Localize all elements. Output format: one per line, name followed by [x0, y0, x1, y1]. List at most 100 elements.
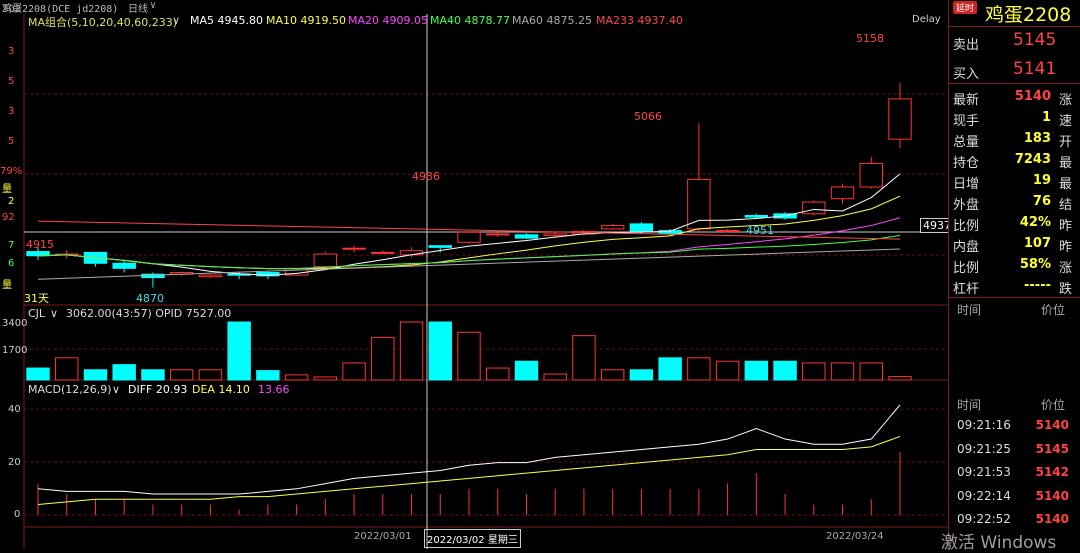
- axis-label: 6: [8, 258, 15, 269]
- delay-label: Delay: [912, 14, 941, 25]
- volume-bar: [399, 321, 424, 381]
- stat-row: 杠杆 ----- 跌: [949, 275, 1080, 298]
- ma20-value: MA20 4909.05: [348, 14, 428, 27]
- stat-value: 58%: [1019, 257, 1051, 272]
- candle-body: [543, 233, 567, 237]
- candle-body: [371, 251, 395, 254]
- ticks-time-header-2: 时间: [957, 398, 982, 412]
- volume-bar: [600, 369, 625, 381]
- right-low-price-label: 4951: [746, 224, 774, 237]
- macd-value: 13.66: [258, 383, 290, 396]
- delay-badge: 延时: [953, 1, 978, 14]
- stat-label-2: 最: [1059, 156, 1073, 171]
- left-price-label: 4915: [26, 238, 54, 251]
- macd-title[interactable]: MACD(12,26,9): [28, 383, 112, 396]
- low-price-label: 4870: [136, 292, 164, 305]
- axis-label: 7: [8, 240, 15, 251]
- candle-body: [859, 162, 883, 188]
- ma-group-label[interactable]: MA组合(5,10,20,40,60,233): [28, 14, 177, 30]
- volume-bar: [486, 367, 510, 381]
- axis-label: 5: [8, 136, 15, 147]
- ma-group-dropdown-icon[interactable]: ∨: [172, 14, 180, 30]
- stat-label-2: 最: [1059, 177, 1073, 192]
- volume-bar: [802, 362, 826, 381]
- volume-bar: [342, 362, 366, 381]
- macd-axis-0: 0: [14, 509, 21, 520]
- tick-time: 09:21:53: [957, 465, 1011, 479]
- candle-body: [715, 230, 740, 233]
- stat-value: -----: [1024, 278, 1051, 293]
- axis-label: 79%: [0, 166, 23, 177]
- stat-label-2: 速: [1059, 114, 1073, 129]
- windows-activation-watermark: 激活 Windows: [941, 533, 1057, 553]
- sell-label: 卖出: [953, 38, 980, 53]
- quote-side-panel: 延时 鸡蛋2208 卖出 5145 买入 5141 最新 5140 涨现手 1 速总量 1…: [941, 0, 1080, 553]
- macd-dropdown-icon[interactable]: ∨: [112, 383, 120, 396]
- tick-row[interactable]: 09:22:14 5140: [949, 485, 1080, 508]
- volume-bar: [256, 370, 280, 381]
- macd-diff: DIFF 20.93: [128, 383, 188, 396]
- period-label[interactable]: 日线: [128, 0, 148, 15]
- left-high-price-label: 4936: [412, 170, 440, 183]
- axis-label: 3: [8, 106, 15, 117]
- buy-label: 买入: [953, 67, 980, 82]
- volume-bar: [514, 360, 539, 381]
- volume-bar: [457, 331, 481, 381]
- volume-bar: [629, 369, 654, 381]
- stat-label: 比例: [953, 219, 980, 234]
- volume-bar: [428, 321, 452, 381]
- candle-body: [802, 201, 826, 215]
- buy-price[interactable]: 5141: [1013, 59, 1056, 79]
- axis-label: 2: [8, 196, 15, 207]
- volume-dropdown-icon[interactable]: ∨: [50, 307, 58, 320]
- stat-row: 日增 19 最: [949, 170, 1080, 193]
- stat-row: 内盘 107 昨: [949, 233, 1080, 256]
- volume-bar: [26, 367, 50, 381]
- stat-value: 1: [1041, 110, 1051, 125]
- divider: [949, 83, 1080, 84]
- volume-title[interactable]: CJL: [28, 307, 45, 320]
- kline-chart[interactable]: 鸡蛋2208(DCE jd2208) 日线 ∨ MA组合(5,10,20,40,…: [0, 0, 954, 549]
- volume-values: 3062.00(43:57) OPID 7527.00: [66, 307, 232, 320]
- sell-price[interactable]: 5145: [1013, 30, 1056, 50]
- candle-body: [629, 223, 654, 232]
- stat-row: 现手 1 速: [949, 107, 1080, 130]
- ticks-time-header-1: 时间: [957, 303, 982, 317]
- tick-row[interactable]: 09:21:16 5140: [949, 414, 1080, 437]
- stat-label: 持仓: [953, 156, 980, 171]
- volume-bar: [715, 360, 740, 381]
- candle-body: [342, 247, 366, 250]
- stat-label-2: 涨: [1059, 93, 1073, 108]
- ma233-value: MA233 4937.40: [596, 14, 683, 27]
- stat-value: 183: [1023, 131, 1051, 146]
- mid-high-price-label: 5066: [634, 110, 662, 123]
- macd-dea: DEA 14.10: [192, 383, 250, 396]
- xaxis-date-1: 2022/03/01: [354, 531, 412, 542]
- candle-body: [112, 262, 136, 269]
- axis-label: 量: [2, 184, 12, 195]
- candle-body: [888, 98, 912, 140]
- kline-chart-svg[interactable]: [0, 0, 948, 549]
- tick-row[interactable]: 09:21:25 5145: [949, 438, 1080, 461]
- xaxis-date-crosshair: 2022/03/02 星期三: [424, 529, 521, 548]
- ma40-value: MA40 4878.77: [430, 14, 510, 27]
- stat-label: 内盘: [953, 240, 980, 255]
- contract-name: 鸡蛋2208: [985, 4, 1072, 26]
- axis-label: 92: [2, 212, 15, 223]
- ma10-value: MA10 4919.50: [266, 14, 346, 27]
- period-dropdown-icon[interactable]: ∨: [150, 0, 156, 11]
- volume-bar: [572, 335, 596, 381]
- macd-axis-40: 40: [8, 404, 21, 415]
- stat-label: 最新: [953, 93, 980, 108]
- volume-bar: [859, 362, 883, 381]
- axis-label: 302: [2, 4, 22, 15]
- stat-label: 现手: [953, 114, 980, 129]
- candle-body: [687, 178, 711, 230]
- candle-body: [313, 253, 338, 268]
- tick-row[interactable]: 09:21:53 5142: [949, 461, 1080, 484]
- days-label: 31天: [24, 292, 49, 305]
- stat-value: 19: [1032, 173, 1051, 188]
- stat-value: 42%: [1019, 215, 1051, 230]
- stat-row: 比例 58% 涨: [949, 254, 1080, 277]
- axis-label: 3: [8, 46, 15, 57]
